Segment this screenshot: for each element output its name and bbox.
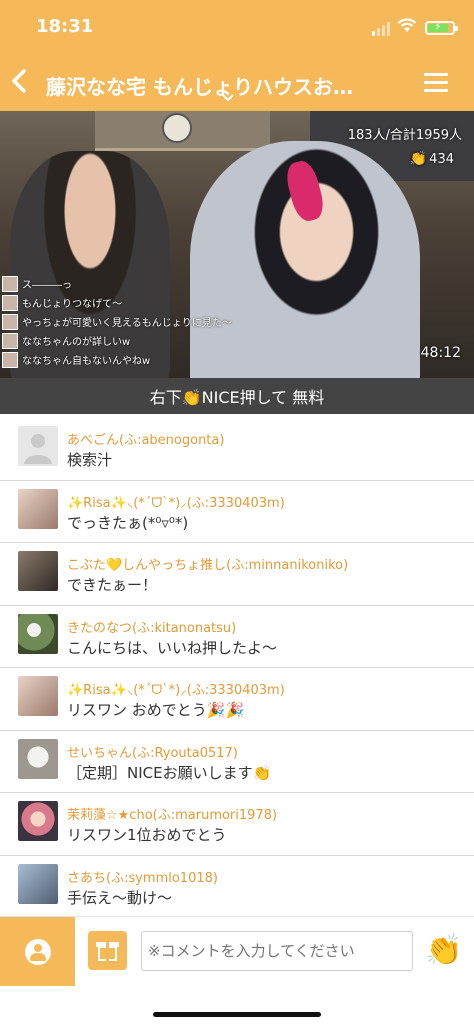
background-clock	[162, 113, 192, 143]
status-time: 18:31	[36, 16, 94, 37]
comment-list[interactable]: あべごん(ふ:abenogonta) 検索汁 ✨Risa✨⸜(*ˊᗜˋ*)⸝(ふ…	[0, 418, 474, 918]
nice-banner: 右下👏NICE押して 無料	[0, 378, 474, 414]
comment-text: リスワン1位おめでとう	[67, 826, 227, 844]
comment-text: 手伝え～動け～	[67, 888, 173, 907]
comment-item[interactable]: きたのなつ(ふ:kitanonatsu) こんにちは、いいね押したよ～	[0, 606, 474, 668]
comment-text: 検索汁	[67, 451, 113, 469]
comment-author[interactable]: あべごん(ふ:abenogonta)	[67, 429, 224, 448]
avatar[interactable]	[18, 488, 58, 529]
comment-author[interactable]: 茉莉藻☆★cho(ふ:marumori1978)	[67, 804, 277, 823]
chevron-left-icon	[12, 69, 26, 93]
avatar[interactable]	[18, 738, 58, 779]
stream-duration: 48:12	[420, 345, 461, 361]
composer-bar: 👏	[0, 916, 474, 1026]
viewer-count: 183人/合計1959人	[347, 128, 462, 143]
avatar[interactable]	[18, 801, 58, 841]
avatar	[2, 294, 18, 311]
avatar[interactable]	[18, 551, 58, 591]
menu-button[interactable]	[424, 73, 448, 93]
comment-item[interactable]: ✨Risa✨⸜(*ˊᗜˋ*)⸝(ふ:3330403m) でっきたぁ(*⁰▿⁰*)	[0, 481, 474, 543]
chevron-down-icon[interactable]	[221, 93, 235, 103]
avatar[interactable]	[18, 863, 58, 904]
gift-button[interactable]	[88, 931, 127, 970]
clap-icon: 👏	[425, 933, 463, 968]
home-indicator	[153, 1012, 321, 1017]
avatar[interactable]	[18, 676, 58, 716]
comment-item[interactable]: あべごん(ふ:abenogonta) 検索汁	[0, 418, 474, 481]
comment-item[interactable]: こぶた💛しんやっちょ推し(ふ:minnanikoniko) できたぁー！	[0, 543, 474, 606]
comment-item[interactable]: せいちゃん(ふ:Ryouta0517) ［定期］NICEお願いします👏	[0, 731, 474, 793]
avatar	[2, 313, 18, 330]
like-count: 👏 434	[409, 151, 454, 167]
overlay-comment: ななちゃん自もないんやねw	[0, 350, 200, 369]
overlay-comment: ななちゃんのが詳しいw	[0, 331, 200, 350]
comment-author[interactable]: こぶた💛しんやっちょ推し(ふ:minnanikoniko)	[67, 554, 348, 573]
video-player[interactable]: 183人/合計1959人 👏 434 48:12 ス―――っ もんじょりつなげて～…	[0, 111, 474, 378]
comment-text: でっきたぁ(*⁰▿⁰*)	[67, 513, 189, 532]
comment-text: こんにちは、いいね押したよ～	[67, 638, 278, 657]
avatar	[2, 351, 18, 368]
comment-item[interactable]: ✨Risa✨⸜(*ˊᗜˋ*)⸝(ふ:3330403m) リスワン おめでとう🎉🎉	[0, 668, 474, 731]
comment-item[interactable]: さあち(ふ:symmlo1018) 手伝え～動け～	[0, 856, 474, 919]
comment-text: ［定期］NICEお願いします👏	[67, 763, 272, 782]
comment-author[interactable]: ✨Risa✨⸜(*ˊᗜˋ*)⸝(ふ:3330403m)	[67, 679, 285, 698]
overlay-comment: ス―――っ	[0, 274, 200, 293]
battery-icon: ⚡	[425, 20, 458, 35]
comment-input[interactable]	[141, 931, 413, 971]
overlay-comment: もんじょりつなげて～	[0, 293, 200, 312]
status-bar: 18:31 ⚡	[0, 0, 474, 54]
avatar	[2, 332, 18, 349]
comment-text: できたぁー！	[67, 576, 158, 594]
avatar[interactable]	[18, 613, 58, 654]
page-title[interactable]: 藤沢なな宅 もんじょりハウスお…	[46, 71, 391, 100]
profile-button[interactable]	[0, 917, 75, 986]
clap-icon: 👏	[409, 151, 428, 167]
user-icon	[25, 939, 51, 965]
comment-text: リスワン おめでとう🎉🎉	[67, 701, 245, 719]
back-button[interactable]	[10, 68, 30, 98]
comment-author[interactable]: せいちゃん(ふ:Ryouta0517)	[67, 742, 238, 761]
comment-item[interactable]: 茉莉藻☆★cho(ふ:marumori1978) リスワン1位おめでとう	[0, 793, 474, 856]
nice-button[interactable]: 👏	[424, 931, 464, 971]
signal-icon	[372, 22, 394, 36]
comment-author[interactable]: きたのなつ(ふ:kitanonatsu)	[67, 617, 236, 636]
avatar[interactable]	[18, 426, 58, 466]
header-bar: 18:31 ⚡ 藤沢なな宅 もんじょりハウスお…	[0, 0, 474, 111]
comment-author[interactable]: さあち(ふ:symmlo1018)	[67, 867, 218, 886]
overlay-comments: ス―――っ もんじょりつなげて～ やっちょが可愛いく見えるもんじょりに見た～ な…	[0, 274, 232, 369]
wifi-icon	[397, 18, 417, 32]
avatar	[2, 275, 18, 292]
overlay-comment: やっちょが可愛いく見えるもんじょりに見た～	[0, 312, 232, 331]
comment-author[interactable]: ✨Risa✨⸜(*ˊᗜˋ*)⸝(ふ:3330403m)	[67, 492, 285, 511]
